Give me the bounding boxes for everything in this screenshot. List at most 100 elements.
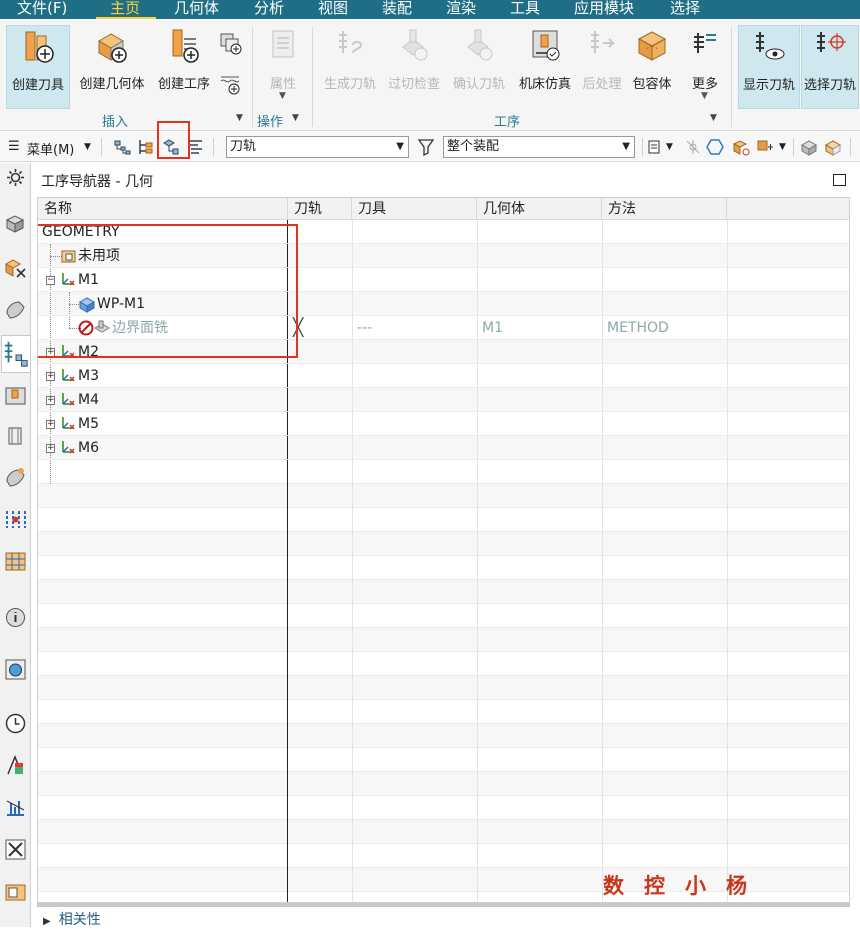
menu-view[interactable]: 视图 — [318, 0, 348, 19]
machining-feature-navigator-icon[interactable] — [3, 423, 28, 448]
tree-row-m6[interactable]: + M6 — [38, 436, 849, 460]
mcs-coordinate-icon — [62, 417, 75, 430]
menu-dropdown-icon[interactable]: ▼ — [84, 142, 91, 152]
create-method-icon[interactable] — [218, 71, 244, 97]
menu-select[interactable]: 选择 — [670, 0, 700, 19]
machine-tool-view-icon[interactable] — [136, 137, 156, 157]
menu-analysis[interactable]: 分析 — [254, 0, 284, 19]
type-filter-value: 刀轨 — [230, 139, 257, 154]
program-order-view-icon[interactable] — [112, 137, 132, 157]
operation-navigator-icon[interactable] — [1, 335, 31, 373]
menu-tools[interactable]: 工具 — [510, 0, 540, 19]
feature-recognition-icon[interactable] — [3, 465, 28, 490]
tree-row-m2[interactable]: + M2 — [38, 340, 849, 364]
show-hide-icon[interactable] — [646, 137, 666, 157]
snap-point-icon[interactable] — [683, 137, 703, 157]
verify-toolpath-button[interactable]: 确认刀轨 — [448, 25, 510, 109]
blank-button[interactable]: 包容体 — [626, 25, 678, 109]
more-label: 更多 — [691, 77, 718, 92]
tree-row-m5[interactable]: + M5 — [38, 412, 849, 436]
menu-file[interactable]: 文件(F) — [17, 0, 67, 19]
command-toolbar: ☰ 菜单(M) ▼ 刀轨 ▼ 整个装配 ▼ ▼ ▼ — [0, 121, 860, 162]
body-select-icon[interactable] — [731, 137, 751, 157]
column-header-name[interactable]: 名称 — [38, 198, 288, 220]
web-browser-icon[interactable] — [3, 657, 28, 682]
tree-row-m1[interactable]: − M1 — [38, 268, 849, 292]
menu-applications[interactable]: 应用模块 — [574, 0, 634, 19]
expand-icon[interactable]: + — [46, 420, 55, 429]
hamburger-icon[interactable]: ☰ — [8, 139, 20, 154]
chevron-down-icon: ▼ — [396, 141, 404, 152]
postprocess-button[interactable]: 后处理 — [578, 25, 626, 109]
more-button[interactable]: 更多 ▼ — [684, 25, 726, 109]
menu-render[interactable]: 渲染 — [446, 0, 476, 19]
collapse-icon[interactable]: − — [46, 276, 55, 285]
tree-node-label: GEOMETRY — [42, 224, 120, 240]
selection-filter-icon[interactable] — [416, 137, 436, 157]
gear-icon[interactable] — [3, 165, 28, 190]
history-clock-icon[interactable] — [3, 711, 28, 736]
expand-icon[interactable]: + — [46, 372, 55, 381]
postprocess-label: 后处理 — [582, 77, 622, 92]
hexagon-select-icon[interactable] — [705, 137, 725, 157]
show-toolpath-button[interactable]: 显示刀轨 — [738, 25, 800, 109]
machining-method-view-icon[interactable] — [185, 137, 205, 157]
assembly-scope-select[interactable]: 整个装配 ▼ — [443, 136, 635, 158]
machine-tool-navigator-icon[interactable] — [3, 383, 28, 408]
cam-library-icon[interactable] — [3, 879, 28, 904]
tree-row-wp-m1[interactable]: WP-M1 — [38, 292, 849, 316]
visualization-palette-icon[interactable] — [3, 753, 28, 778]
machining-knowledge-icon[interactable] — [3, 507, 28, 532]
constraint-navigator-icon[interactable] — [3, 255, 28, 280]
maximize-icon[interactable] — [833, 174, 846, 186]
system-scene-icon[interactable] — [3, 795, 28, 820]
menu-button[interactable]: 菜单(M) — [27, 139, 74, 158]
select-toolpath-icon — [817, 32, 846, 52]
ribbon: 创建刀具 创建几何体 创建工序 插入 ▼ 属性 ▼ 操作 ▼ 生成刀轨 过切检查… — [0, 19, 860, 131]
component-select-icon[interactable] — [755, 137, 775, 157]
create-tool-label: 创建刀具 — [11, 78, 64, 93]
create-operation-button[interactable]: 创建工序 — [153, 25, 215, 109]
column-header-tool[interactable]: 刀具 — [352, 198, 477, 220]
tree-row-m4[interactable]: + M4 — [38, 388, 849, 412]
menu-assembly[interactable]: 装配 — [382, 0, 412, 19]
gouge-check-button[interactable]: 过切检查 — [384, 25, 444, 109]
wireframe-view-icon[interactable] — [823, 137, 843, 157]
column-header-method[interactable]: 方法 — [602, 198, 727, 220]
expand-icon[interactable]: + — [46, 396, 55, 405]
select-toolpath-button[interactable]: 选择刀轨 — [801, 25, 859, 109]
info-icon[interactable] — [3, 605, 28, 630]
tools-roles-icon[interactable] — [3, 837, 28, 862]
procedure-group-dropdown[interactable]: ▼ — [710, 113, 717, 123]
column-header-toolpath[interactable]: 刀轨 — [288, 198, 352, 220]
shaded-view-icon[interactable] — [799, 137, 819, 157]
generate-toolpath-button[interactable]: 生成刀轨 — [318, 25, 382, 109]
horizontal-scrollbar[interactable] — [37, 903, 850, 907]
menu-geometry[interactable]: 几何体 — [174, 0, 219, 19]
assembly-navigator-icon[interactable] — [3, 211, 28, 236]
geometry-view-icon[interactable] — [161, 137, 181, 157]
type-filter-select[interactable]: 刀轨 ▼ — [226, 136, 409, 158]
mcs-coordinate-icon — [62, 393, 75, 406]
machine-simulation-icon — [532, 30, 560, 61]
tree-row-m3[interactable]: + M3 — [38, 364, 849, 388]
create-geometry-button[interactable]: 创建几何体 — [74, 25, 150, 109]
tree-row-boundary-face-milling[interactable]: 边界面铣 ╳ --- M1 METHOD — [38, 316, 849, 340]
machine-simulation-button[interactable]: 机床仿真 — [513, 25, 577, 109]
copy-geometry-icon[interactable] — [218, 31, 244, 57]
expand-icon[interactable]: + — [46, 348, 55, 357]
expand-icon[interactable]: + — [46, 444, 55, 453]
column-header-geometry[interactable]: 几何体 — [477, 198, 602, 220]
resource-bar — [0, 163, 31, 927]
show-hide-dropdown-icon[interactable]: ▼ — [666, 142, 673, 152]
insert-group-dropdown[interactable]: ▼ — [236, 113, 243, 123]
component-select-dropdown-icon[interactable]: ▼ — [779, 142, 786, 152]
properties-button[interactable]: 属性 ▼ — [258, 25, 308, 109]
operation-group-dropdown[interactable]: ▼ — [292, 113, 299, 123]
tree-row-unused-items[interactable]: 未用项 — [38, 244, 849, 268]
create-tool-button[interactable]: 创建刀具 — [6, 25, 70, 109]
part-navigator-icon[interactable] — [3, 297, 28, 322]
related-panel-toggle[interactable]: ▶ 相关性 — [43, 909, 101, 929]
reuse-library-icon[interactable] — [3, 549, 28, 574]
tree-row-geometry-root[interactable]: GEOMETRY — [38, 220, 849, 244]
